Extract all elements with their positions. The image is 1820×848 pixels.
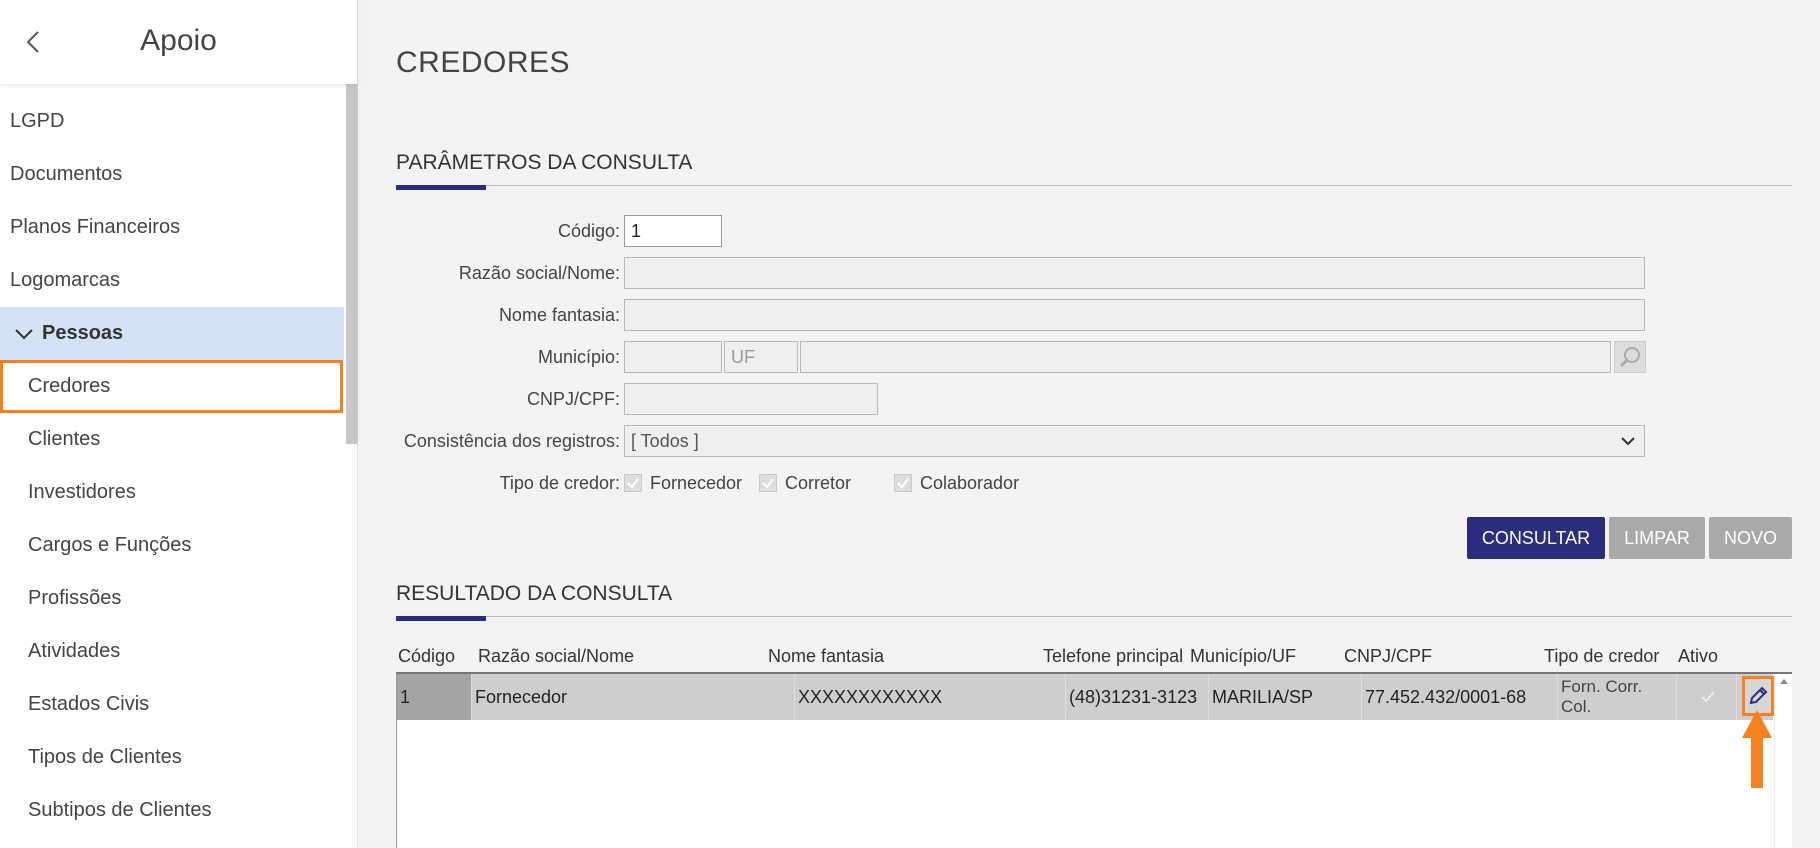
sidebar-group-pessoas[interactable]: Pessoas [0, 307, 344, 360]
checkbox-corretor[interactable]: Corretor [759, 473, 894, 494]
cnpj-label: CNPJ/CPF: [526, 388, 620, 409]
check-icon [624, 474, 642, 492]
row-cnpj: CNPJ/CPF: [396, 383, 878, 415]
table-scrollbar[interactable] [1774, 674, 1792, 848]
cell-cnpj: 77.452.432/0001-68 [1362, 674, 1558, 720]
sidebar-header: Apoio [0, 0, 357, 84]
novo-button[interactable]: NOVO [1709, 517, 1792, 559]
row-municipio: Município: UF [396, 341, 1646, 373]
sidebar-scrollbar[interactable] [346, 84, 358, 444]
fantasia-label: Nome fantasia: [498, 304, 620, 325]
sidebar-menu: LGPD Documentos Planos Financeiros Logom… [0, 95, 344, 837]
cell-tipo: Forn. Corr. Col. [1558, 674, 1677, 720]
sidebar-group-label: Pessoas [42, 322, 124, 344]
results-accent-bar [396, 616, 486, 621]
sidebar-item-planos-financeiros[interactable]: Planos Financeiros [0, 201, 344, 254]
sidebar-item-investidores[interactable]: Investidores [0, 466, 344, 519]
sidebar-item-credores[interactable]: Credores [0, 360, 343, 413]
check-icon [1701, 691, 1715, 703]
params-accent-bar [396, 185, 486, 190]
params-section-title: PARÂMETROS DA CONSULTA [396, 151, 693, 174]
sidebar-item-subtipos-clientes[interactable]: Subtipos de Clientes [0, 784, 344, 837]
sidebar-item-profissoes[interactable]: Profissões [0, 572, 344, 625]
row-codigo: Código: 1 [396, 215, 722, 247]
checkbox-colaborador-label: Colaborador [920, 472, 1020, 493]
consistencia-select[interactable]: [ Todos ] [624, 425, 1645, 457]
municipio-search-button[interactable] [1614, 341, 1646, 373]
cell-codigo: 1 [397, 674, 472, 720]
params-divider [396, 185, 1792, 186]
sidebar-item-tipos-clientes[interactable]: Tipos de Clientes [0, 731, 344, 784]
cell-fantasia: XXXXXXXXXXXX [795, 674, 1066, 720]
row-razao: Razão social/Nome: [396, 257, 1645, 289]
checkbox-fornecedor[interactable]: Fornecedor [624, 473, 759, 494]
limpar-button[interactable]: LIMPAR [1609, 517, 1705, 559]
checkbox-colaborador[interactable]: Colaborador [894, 473, 1019, 494]
row-fantasia: Nome fantasia: [396, 299, 1645, 331]
razao-label: Razão social/Nome: [458, 262, 620, 283]
sidebar-title: Apoio [140, 24, 217, 57]
fantasia-input[interactable] [624, 299, 1645, 331]
check-icon [894, 474, 912, 492]
row-tipo-credor: Tipo de credor: Fornecedor Corretor Cola… [396, 467, 1019, 499]
checkbox-fornecedor-label: Fornecedor [650, 472, 743, 493]
municipio-name-input[interactable] [800, 341, 1611, 373]
chevron-down-icon [15, 328, 33, 339]
sidebar-item-lgpd[interactable]: LGPD [0, 95, 344, 148]
cell-ativo [1677, 674, 1737, 720]
sidebar-item-clientes[interactable]: Clientes [0, 413, 344, 466]
search-icon [1619, 347, 1640, 368]
results-table: 1 Fornecedor XXXXXXXXXXXX (48)31231-3123… [396, 672, 1792, 848]
chevron-down-icon [1621, 437, 1635, 446]
sidebar-item-logomarcas[interactable]: Logomarcas [0, 254, 344, 307]
col-header-fantasia[interactable]: Nome fantasia [768, 646, 884, 667]
col-header-codigo[interactable]: Código [398, 646, 455, 667]
consistencia-label: Consistência dos registros: [403, 430, 620, 451]
tipo-credor-label: Tipo de credor: [499, 472, 620, 493]
codigo-input[interactable]: 1 [624, 215, 722, 247]
sidebar: Apoio LGPD Documentos Planos Financeiros… [0, 0, 358, 848]
razao-input[interactable] [624, 257, 1645, 289]
cnpj-input[interactable] [624, 383, 878, 415]
codigo-label: Código: [557, 220, 620, 241]
sidebar-item-documentos[interactable]: Documentos [0, 148, 344, 201]
results-divider [396, 616, 1792, 617]
check-icon [759, 474, 777, 492]
uf-input[interactable]: UF [724, 341, 798, 373]
consistencia-selected-value: [ Todos ] [631, 431, 699, 451]
scroll-up-icon[interactable] [1775, 674, 1793, 688]
municipio-code-input[interactable] [624, 341, 722, 373]
col-header-razao[interactable]: Razão social/Nome [478, 646, 634, 667]
results-section-title: RESULTADO DA CONSULTA [396, 582, 673, 605]
checkbox-corretor-label: Corretor [785, 472, 852, 493]
arrow-up-icon [1742, 710, 1772, 788]
col-header-tipo[interactable]: Tipo de credor [1544, 646, 1659, 667]
col-header-telefone[interactable]: Telefone principal [1043, 646, 1183, 667]
col-header-ativo[interactable]: Ativo [1678, 646, 1718, 667]
municipio-label: Município: [537, 346, 620, 367]
row-consistencia: Consistência dos registros: [ Todos ] [396, 425, 1645, 457]
cell-municipio: MARILIA/SP [1209, 674, 1362, 720]
sidebar-item-atividades[interactable]: Atividades [0, 625, 344, 678]
table-row[interactable]: 1 Fornecedor XXXXXXXXXXXX (48)31231-3123… [397, 674, 1773, 720]
col-header-municipio[interactable]: Município/UF [1190, 646, 1296, 667]
cell-telefone: (48)31231-3123 [1066, 674, 1209, 720]
main-content: CREDORES PARÂMETROS DA CONSULTA Código: … [396, 0, 1792, 848]
sidebar-item-cargos-funcoes[interactable]: Cargos e Funções [0, 519, 344, 572]
sidebar-item-estados-civis[interactable]: Estados Civis [0, 678, 344, 731]
consultar-button[interactable]: CONSULTAR [1467, 517, 1605, 559]
pencil-icon [1749, 686, 1768, 705]
page-title: CREDORES [396, 46, 571, 79]
col-header-cnpj[interactable]: CNPJ/CPF [1344, 646, 1432, 667]
cell-razao: Fornecedor [472, 674, 795, 720]
